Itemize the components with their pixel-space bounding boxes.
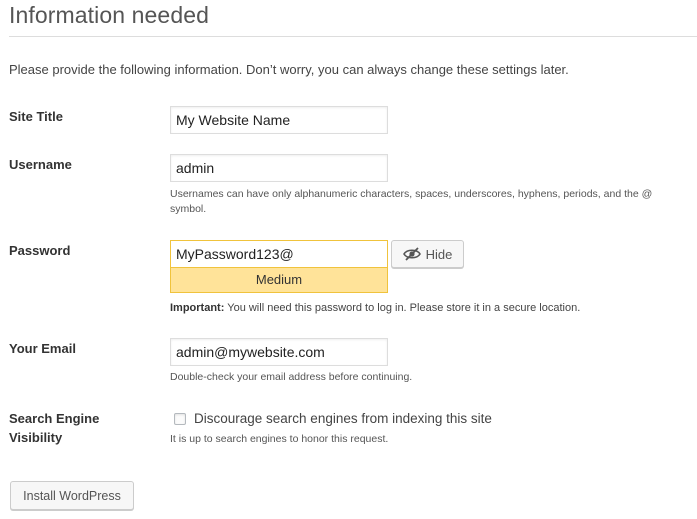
important-prefix: Important: [170, 302, 225, 314]
intro-text: Please provide the following information… [9, 62, 569, 77]
discourage-search-checkbox[interactable] [174, 413, 186, 425]
site-title-label: Site Title [9, 109, 63, 124]
password-label: Password [9, 243, 71, 258]
search-visibility-hint: It is up to search engines to honor this… [170, 433, 389, 445]
hide-password-button[interactable]: Hide [391, 240, 464, 268]
username-hint: Usernames can have only alphanumeric cha… [170, 188, 653, 215]
hide-password-label: Hide [425, 246, 453, 262]
eye-slash-icon [402, 247, 421, 261]
discourage-search-row: Discourage search engines from indexing … [174, 410, 492, 428]
page-title: Information needed [9, 2, 209, 28]
password-input[interactable] [171, 241, 387, 268]
email-hint: Double-check your email address before c… [170, 371, 413, 383]
site-title-input[interactable] [170, 106, 388, 134]
password-field-group: Medium [170, 240, 388, 293]
search-visibility-label: Search Engine Visibility [9, 409, 99, 447]
discourage-search-label[interactable]: Discourage search engines from indexing … [194, 410, 492, 428]
search-visibility-label-line1: Search Engine [9, 411, 100, 426]
title-divider [9, 36, 697, 37]
username-label: Username [9, 157, 72, 172]
install-wordpress-button[interactable]: Install WordPress [10, 481, 134, 510]
email-label: Your Email [9, 341, 76, 356]
email-input[interactable] [170, 338, 388, 366]
search-visibility-label-line2: Visibility [9, 430, 63, 445]
username-input[interactable] [170, 154, 388, 182]
password-important-note: Important: You will need this password t… [170, 300, 580, 316]
important-text: You will need this password to log in. P… [224, 302, 581, 314]
password-strength-meter: Medium [255, 272, 303, 287]
